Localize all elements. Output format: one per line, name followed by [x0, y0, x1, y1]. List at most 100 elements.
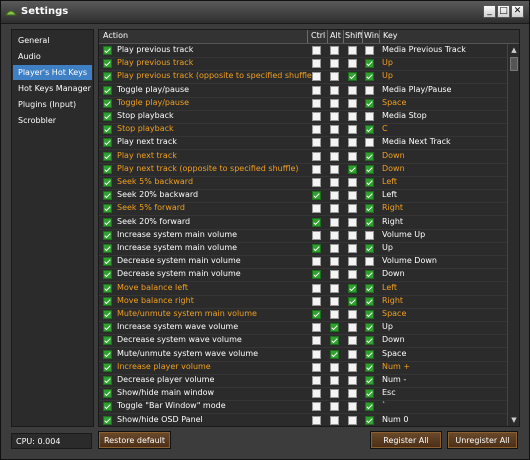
alt-checkbox[interactable]: [330, 85, 339, 95]
ctrl-checkbox[interactable]: [312, 323, 321, 333]
enable-checkbox[interactable]: [103, 191, 112, 201]
ctrl-checkbox[interactable]: [312, 402, 321, 412]
ctrl-checkbox[interactable]: [312, 415, 321, 425]
key-value[interactable]: `: [382, 401, 386, 410]
shift-checkbox[interactable]: [348, 415, 357, 425]
ctrl-checkbox[interactable]: [312, 164, 321, 174]
alt-checkbox[interactable]: [330, 415, 339, 425]
key-value[interactable]: Left: [382, 190, 397, 199]
enable-checkbox[interactable]: [103, 98, 112, 108]
win-checkbox[interactable]: [365, 257, 374, 267]
table-row[interactable]: Decrease system main volume Volume Down: [99, 255, 507, 270]
ctrl-checkbox[interactable]: [312, 46, 321, 55]
enable-checkbox[interactable]: [103, 310, 112, 319]
scroll-down-icon[interactable]: ▼: [509, 415, 519, 425]
shift-checkbox[interactable]: [348, 178, 357, 187]
column-header-key[interactable]: Key: [383, 31, 398, 40]
key-value[interactable]: Space: [382, 309, 406, 318]
key-value[interactable]: C: [382, 124, 388, 133]
enable-checkbox[interactable]: [103, 244, 112, 253]
table-row[interactable]: Play previous track Up: [99, 57, 507, 72]
shift-checkbox[interactable]: [348, 164, 357, 174]
ctrl-checkbox[interactable]: [312, 217, 321, 227]
key-value[interactable]: Left: [382, 283, 397, 292]
table-row[interactable]: Stop playback C: [99, 123, 507, 138]
restore-default-button[interactable]: Restore default: [98, 431, 171, 449]
key-value[interactable]: Num +: [382, 362, 410, 371]
column-header-shift[interactable]: Shift: [345, 31, 363, 40]
shift-checkbox[interactable]: [348, 230, 357, 240]
key-value[interactable]: Media Play/Pause: [382, 85, 451, 94]
alt-checkbox[interactable]: [330, 402, 339, 412]
shift-checkbox[interactable]: [348, 257, 357, 267]
ctrl-checkbox[interactable]: [312, 376, 321, 385]
table-row[interactable]: Show/hide OSD Panel Num 0: [99, 414, 507, 426]
enable-checkbox[interactable]: [103, 296, 112, 306]
enable-checkbox[interactable]: [103, 257, 112, 267]
ctrl-checkbox[interactable]: [312, 85, 321, 95]
ctrl-checkbox[interactable]: [312, 178, 321, 187]
enable-checkbox[interactable]: [103, 402, 112, 412]
enable-checkbox[interactable]: [103, 415, 112, 425]
shift-checkbox[interactable]: [348, 323, 357, 333]
sidebar-item-players-hot-keys[interactable]: Player's Hot Keys: [13, 65, 92, 80]
sidebar-item-hot-keys-manager[interactable]: Hot Keys Manager: [13, 81, 92, 96]
shift-checkbox[interactable]: [348, 98, 357, 108]
win-checkbox[interactable]: [365, 362, 374, 372]
alt-checkbox[interactable]: [330, 270, 339, 280]
key-value[interactable]: Volume Down: [382, 256, 437, 265]
vertical-scrollbar[interactable]: ▲ ▼: [507, 44, 519, 426]
alt-checkbox[interactable]: [330, 310, 339, 319]
shift-checkbox[interactable]: [348, 402, 357, 412]
enable-checkbox[interactable]: [103, 270, 112, 280]
key-value[interactable]: Left: [382, 177, 397, 186]
ctrl-checkbox[interactable]: [312, 98, 321, 108]
win-checkbox[interactable]: [365, 230, 374, 240]
alt-checkbox[interactable]: [330, 362, 339, 372]
alt-checkbox[interactable]: [330, 283, 339, 293]
win-checkbox[interactable]: [365, 85, 374, 95]
alt-checkbox[interactable]: [330, 336, 339, 346]
win-checkbox[interactable]: [365, 349, 374, 359]
table-row[interactable]: Seek 20% backward Left: [99, 189, 507, 204]
key-value[interactable]: Space: [382, 349, 406, 358]
enable-checkbox[interactable]: [103, 283, 112, 293]
win-checkbox[interactable]: [365, 402, 374, 412]
ctrl-checkbox[interactable]: [312, 191, 321, 201]
sidebar-item-plugins-input[interactable]: Plugins (Input): [13, 97, 92, 112]
table-row[interactable]: Play next track (opposite to specified s…: [99, 163, 507, 177]
column-header-action[interactable]: Action: [103, 31, 128, 40]
alt-checkbox[interactable]: [330, 257, 339, 267]
win-checkbox[interactable]: [365, 204, 374, 214]
alt-checkbox[interactable]: [330, 98, 339, 108]
maximize-icon[interactable]: □: [497, 5, 510, 18]
win-checkbox[interactable]: [365, 296, 374, 306]
key-value[interactable]: Up: [382, 58, 393, 67]
alt-checkbox[interactable]: [330, 296, 339, 306]
enable-checkbox[interactable]: [103, 362, 112, 372]
key-value[interactable]: Num -: [382, 375, 406, 384]
shift-checkbox[interactable]: [348, 85, 357, 95]
shift-checkbox[interactable]: [348, 72, 357, 82]
alt-checkbox[interactable]: [330, 376, 339, 385]
close-icon[interactable]: ✕: [511, 5, 524, 18]
shift-checkbox[interactable]: [348, 349, 357, 359]
enable-checkbox[interactable]: [103, 389, 112, 399]
win-checkbox[interactable]: [365, 310, 374, 319]
key-value[interactable]: Up: [382, 243, 393, 252]
ctrl-checkbox[interactable]: [312, 362, 321, 372]
enable-checkbox[interactable]: [103, 112, 112, 121]
key-value[interactable]: Up: [382, 71, 393, 80]
alt-checkbox[interactable]: [330, 151, 339, 161]
ctrl-checkbox[interactable]: [312, 59, 321, 69]
shift-checkbox[interactable]: [348, 244, 357, 253]
win-checkbox[interactable]: [365, 178, 374, 187]
shift-checkbox[interactable]: [348, 336, 357, 346]
alt-checkbox[interactable]: [330, 72, 339, 82]
alt-checkbox[interactable]: [330, 46, 339, 55]
win-checkbox[interactable]: [365, 283, 374, 293]
win-checkbox[interactable]: [365, 389, 374, 399]
ctrl-checkbox[interactable]: [312, 349, 321, 359]
table-row[interactable]: Stop playback Media Stop: [99, 110, 507, 124]
ctrl-checkbox[interactable]: [312, 283, 321, 293]
